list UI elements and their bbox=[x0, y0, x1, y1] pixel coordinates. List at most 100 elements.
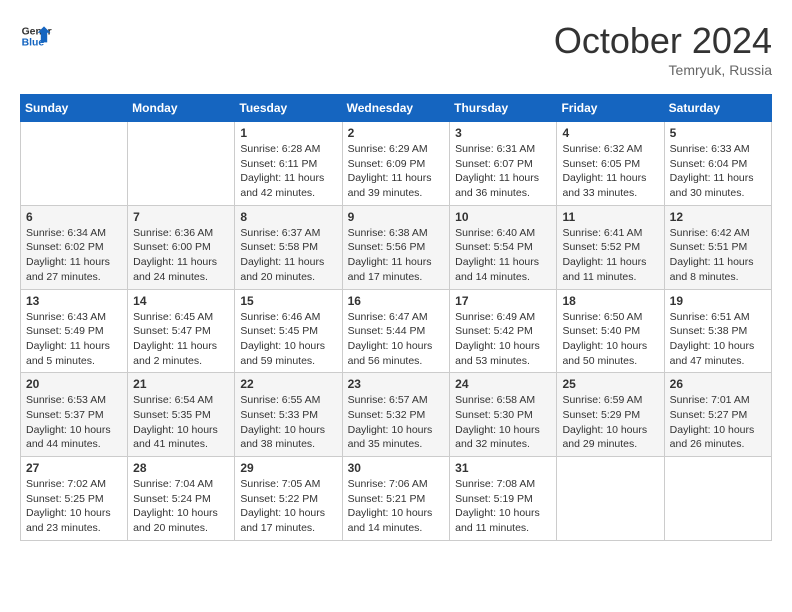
calendar-cell: 4 Sunrise: 6:32 AM Sunset: 6:05 PM Daylig… bbox=[557, 122, 664, 206]
cell-content: Sunrise: 6:34 AM Sunset: 6:02 PM Dayligh… bbox=[26, 226, 122, 285]
cell-content: Sunrise: 6:32 AM Sunset: 6:05 PM Dayligh… bbox=[562, 142, 658, 201]
calendar-cell: 30 Sunrise: 7:06 AM Sunset: 5:21 PM Dayli… bbox=[342, 457, 450, 541]
day-number: 3 bbox=[455, 126, 551, 140]
calendar-cell bbox=[21, 122, 128, 206]
weekday-header: Saturday bbox=[664, 95, 771, 122]
cell-content: Sunrise: 6:31 AM Sunset: 6:07 PM Dayligh… bbox=[455, 142, 551, 201]
weekday-header: Thursday bbox=[450, 95, 557, 122]
weekday-header: Friday bbox=[557, 95, 664, 122]
day-number: 25 bbox=[562, 377, 658, 391]
day-number: 20 bbox=[26, 377, 122, 391]
calendar-cell: 23 Sunrise: 6:57 AM Sunset: 5:32 PM Dayli… bbox=[342, 373, 450, 457]
title-block: October 2024 Temryuk, Russia bbox=[554, 20, 772, 78]
day-number: 26 bbox=[670, 377, 766, 391]
day-number: 16 bbox=[348, 294, 445, 308]
logo-icon: General Blue bbox=[20, 20, 52, 52]
cell-content: Sunrise: 6:59 AM Sunset: 5:29 PM Dayligh… bbox=[562, 393, 658, 452]
calendar-cell: 17 Sunrise: 6:49 AM Sunset: 5:42 PM Dayli… bbox=[450, 289, 557, 373]
calendar-cell: 10 Sunrise: 6:40 AM Sunset: 5:54 PM Dayli… bbox=[450, 205, 557, 289]
cell-content: Sunrise: 7:04 AM Sunset: 5:24 PM Dayligh… bbox=[133, 477, 229, 536]
calendar-cell: 13Sunrise: 6:43 AM Sunset: 5:49 PM Dayli… bbox=[21, 289, 128, 373]
day-number: 12 bbox=[670, 210, 766, 224]
calendar-cell: 2Sunrise: 6:29 AM Sunset: 6:09 PM Daylig… bbox=[342, 122, 450, 206]
calendar-cell: 3 Sunrise: 6:31 AM Sunset: 6:07 PM Daylig… bbox=[450, 122, 557, 206]
cell-content: Sunrise: 6:49 AM Sunset: 5:42 PM Dayligh… bbox=[455, 310, 551, 369]
cell-content: Sunrise: 6:54 AM Sunset: 5:35 PM Dayligh… bbox=[133, 393, 229, 452]
day-number: 9 bbox=[348, 210, 445, 224]
cell-content: Sunrise: 6:53 AM Sunset: 5:37 PM Dayligh… bbox=[26, 393, 122, 452]
calendar-cell: 24 Sunrise: 6:58 AM Sunset: 5:30 PM Dayli… bbox=[450, 373, 557, 457]
weekday-header: Monday bbox=[128, 95, 235, 122]
calendar-cell: 7 Sunrise: 6:36 AM Sunset: 6:00 PM Daylig… bbox=[128, 205, 235, 289]
calendar-cell bbox=[557, 457, 664, 541]
cell-content: Sunrise: 7:05 AM Sunset: 5:22 PM Dayligh… bbox=[240, 477, 336, 536]
month-title: October 2024 bbox=[554, 20, 772, 62]
calendar-cell bbox=[128, 122, 235, 206]
cell-content: Sunrise: 6:36 AM Sunset: 6:00 PM Dayligh… bbox=[133, 226, 229, 285]
cell-content: Sunrise: 7:01 AM Sunset: 5:27 PM Dayligh… bbox=[670, 393, 766, 452]
day-number: 5 bbox=[670, 126, 766, 140]
calendar-cell: 1Sunrise: 6:28 AM Sunset: 6:11 PM Daylig… bbox=[235, 122, 342, 206]
calendar-cell: 6 Sunrise: 6:34 AM Sunset: 6:02 PM Daylig… bbox=[21, 205, 128, 289]
day-number: 10 bbox=[455, 210, 551, 224]
cell-content: Sunrise: 6:55 AM Sunset: 5:33 PM Dayligh… bbox=[240, 393, 336, 452]
day-number: 29 bbox=[240, 461, 336, 475]
day-number: 30 bbox=[348, 461, 445, 475]
calendar-cell bbox=[664, 457, 771, 541]
day-number: 27 bbox=[26, 461, 122, 475]
weekday-header: Wednesday bbox=[342, 95, 450, 122]
day-number: 11 bbox=[562, 210, 658, 224]
cell-content: Sunrise: 7:02 AM Sunset: 5:25 PM Dayligh… bbox=[26, 477, 122, 536]
location: Temryuk, Russia bbox=[554, 62, 772, 78]
day-number: 15 bbox=[240, 294, 336, 308]
cell-content: Sunrise: 7:08 AM Sunset: 5:19 PM Dayligh… bbox=[455, 477, 551, 536]
cell-content: Sunrise: 6:46 AM Sunset: 5:45 PM Dayligh… bbox=[240, 310, 336, 369]
day-number: 17 bbox=[455, 294, 551, 308]
day-number: 24 bbox=[455, 377, 551, 391]
day-number: 23 bbox=[348, 377, 445, 391]
calendar-cell: 29 Sunrise: 7:05 AM Sunset: 5:22 PM Dayli… bbox=[235, 457, 342, 541]
calendar-cell: 31Sunrise: 7:08 AM Sunset: 5:19 PM Dayli… bbox=[450, 457, 557, 541]
day-number: 8 bbox=[240, 210, 336, 224]
cell-content: Sunrise: 6:58 AM Sunset: 5:30 PM Dayligh… bbox=[455, 393, 551, 452]
calendar-cell: 20 Sunrise: 6:53 AM Sunset: 5:37 PM Dayli… bbox=[21, 373, 128, 457]
day-number: 14 bbox=[133, 294, 229, 308]
cell-content: Sunrise: 6:37 AM Sunset: 5:58 PM Dayligh… bbox=[240, 226, 336, 285]
weekday-header-row: SundayMondayTuesdayWednesdayThursdayFrid… bbox=[21, 95, 772, 122]
cell-content: Sunrise: 6:38 AM Sunset: 5:56 PM Dayligh… bbox=[348, 226, 445, 285]
calendar-cell: 27 Sunrise: 7:02 AM Sunset: 5:25 PM Dayli… bbox=[21, 457, 128, 541]
logo: General Blue bbox=[20, 20, 52, 52]
calendar-week-row: 20 Sunrise: 6:53 AM Sunset: 5:37 PM Dayli… bbox=[21, 373, 772, 457]
day-number: 19 bbox=[670, 294, 766, 308]
cell-content: Sunrise: 6:45 AM Sunset: 5:47 PM Dayligh… bbox=[133, 310, 229, 369]
calendar-cell: 15 Sunrise: 6:46 AM Sunset: 5:45 PM Dayli… bbox=[235, 289, 342, 373]
calendar-cell: 16 Sunrise: 6:47 AM Sunset: 5:44 PM Dayli… bbox=[342, 289, 450, 373]
day-number: 6 bbox=[26, 210, 122, 224]
cell-content: Sunrise: 7:06 AM Sunset: 5:21 PM Dayligh… bbox=[348, 477, 445, 536]
calendar-cell: 28Sunrise: 7:04 AM Sunset: 5:24 PM Dayli… bbox=[128, 457, 235, 541]
calendar-cell: 5 Sunrise: 6:33 AM Sunset: 6:04 PM Daylig… bbox=[664, 122, 771, 206]
calendar-cell: 11Sunrise: 6:41 AM Sunset: 5:52 PM Dayli… bbox=[557, 205, 664, 289]
day-number: 18 bbox=[562, 294, 658, 308]
cell-content: Sunrise: 6:40 AM Sunset: 5:54 PM Dayligh… bbox=[455, 226, 551, 285]
page-header: General Blue October 2024 Temryuk, Russi… bbox=[20, 20, 772, 78]
calendar-week-row: 1Sunrise: 6:28 AM Sunset: 6:11 PM Daylig… bbox=[21, 122, 772, 206]
cell-content: Sunrise: 6:57 AM Sunset: 5:32 PM Dayligh… bbox=[348, 393, 445, 452]
day-number: 1 bbox=[240, 126, 336, 140]
calendar-cell: 19 Sunrise: 6:51 AM Sunset: 5:38 PM Dayli… bbox=[664, 289, 771, 373]
day-number: 7 bbox=[133, 210, 229, 224]
calendar-week-row: 27 Sunrise: 7:02 AM Sunset: 5:25 PM Dayli… bbox=[21, 457, 772, 541]
calendar-cell: 26 Sunrise: 7:01 AM Sunset: 5:27 PM Dayli… bbox=[664, 373, 771, 457]
calendar-cell: 21Sunrise: 6:54 AM Sunset: 5:35 PM Dayli… bbox=[128, 373, 235, 457]
cell-content: Sunrise: 6:51 AM Sunset: 5:38 PM Dayligh… bbox=[670, 310, 766, 369]
cell-content: Sunrise: 6:43 AM Sunset: 5:49 PM Dayligh… bbox=[26, 310, 122, 369]
weekday-header: Sunday bbox=[21, 95, 128, 122]
calendar-cell: 18Sunrise: 6:50 AM Sunset: 5:40 PM Dayli… bbox=[557, 289, 664, 373]
calendar-cell: 22Sunrise: 6:55 AM Sunset: 5:33 PM Dayli… bbox=[235, 373, 342, 457]
calendar-week-row: 13Sunrise: 6:43 AM Sunset: 5:49 PM Dayli… bbox=[21, 289, 772, 373]
day-number: 2 bbox=[348, 126, 445, 140]
cell-content: Sunrise: 6:47 AM Sunset: 5:44 PM Dayligh… bbox=[348, 310, 445, 369]
day-number: 4 bbox=[562, 126, 658, 140]
cell-content: Sunrise: 6:33 AM Sunset: 6:04 PM Dayligh… bbox=[670, 142, 766, 201]
cell-content: Sunrise: 6:42 AM Sunset: 5:51 PM Dayligh… bbox=[670, 226, 766, 285]
